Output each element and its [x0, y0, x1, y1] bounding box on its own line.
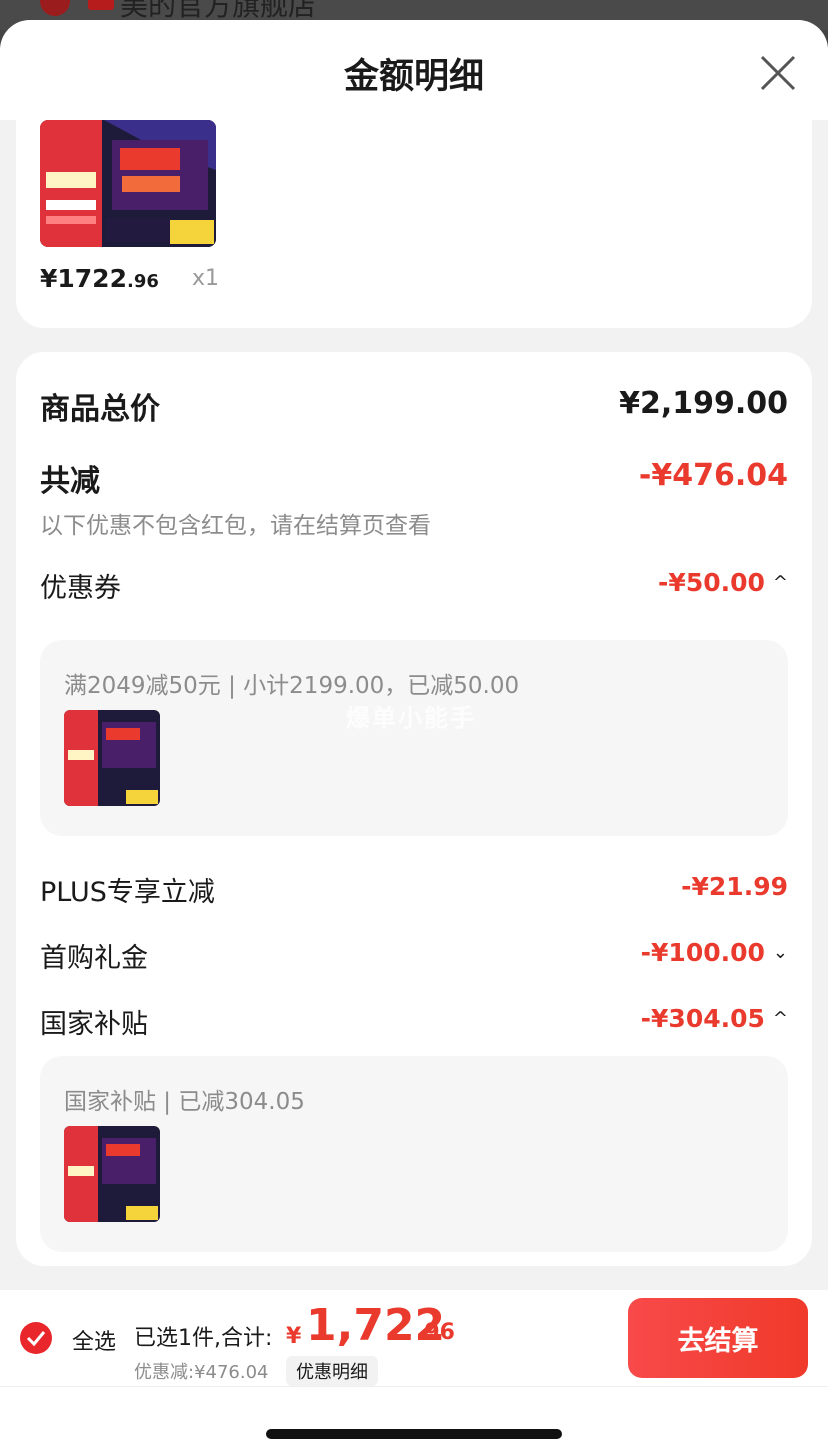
close-icon[interactable]: [758, 53, 798, 93]
coupon-value: -¥50.00: [658, 568, 765, 597]
product-price-dec: .96: [126, 271, 159, 292]
discount-label: 共减: [40, 464, 100, 499]
coupon-row-value[interactable]: -¥50.00 ^: [658, 568, 788, 597]
first-gift-row-value[interactable]: -¥100.00 ⌄: [641, 938, 788, 967]
subsidy-value: -¥304.05: [640, 1004, 765, 1033]
first-gift-label[interactable]: 首购礼金: [40, 936, 148, 975]
home-indicator[interactable]: [266, 1429, 562, 1439]
total-price-value: ¥2,199.00: [619, 386, 788, 421]
home-indicator-area: [0, 1386, 828, 1454]
amount-breakdown-card: 商品总价 ¥2,199.00 共减 -¥476.04 以下优惠不包含红包，请在结…: [16, 352, 812, 1266]
first-gift-value: -¥100.00: [640, 938, 765, 967]
product-price-int: ¥1722: [40, 264, 127, 293]
chevron-down-icon: ⌄: [772, 942, 788, 963]
product-quantity: x1: [192, 266, 220, 291]
discount-note: 以下优惠不包含红包，请在结算页查看: [40, 513, 431, 539]
coupon-product-thumbnail: [64, 710, 160, 806]
coupon-label[interactable]: 优惠券: [40, 566, 121, 605]
saving-text: 优惠减:¥476.04: [134, 1362, 269, 1383]
discount-value: -¥476.04: [638, 458, 788, 493]
total-currency: ¥: [286, 1324, 302, 1349]
coupon-detail-text: 满2049减50元 | 小计2199.00，已减50.00: [64, 673, 520, 699]
selected-total-label: 已选1件,合计:: [134, 1326, 273, 1351]
coupon-detail-box: 满2049减50元 | 小计2199.00，已减50.00 爆单小能手: [40, 640, 788, 836]
sheet-title: 金额明细: [343, 57, 484, 97]
chevron-up-icon: ^: [772, 1008, 788, 1029]
subsidy-row-value[interactable]: -¥304.05 ^: [641, 1004, 788, 1033]
plus-discount-label: PLUS专享立减: [40, 877, 215, 908]
subsidy-detail-box: 国家补贴 | 已减304.05: [40, 1056, 788, 1252]
subsidy-product-thumbnail: [64, 1126, 160, 1222]
plus-discount-value: -¥21.99: [681, 872, 788, 901]
sheet-header: 金额明细: [0, 20, 828, 120]
checkout-button[interactable]: 去结算: [628, 1298, 808, 1378]
product-thumbnail[interactable]: [40, 120, 216, 247]
select-all-label[interactable]: 全选: [72, 1324, 116, 1356]
checkout-bar: 全选 已选1件,合计: ¥ 1,722 .96 优惠减:¥476.04 优惠明细…: [0, 1290, 828, 1386]
subsidy-detail-text: 国家补贴 | 已减304.05: [64, 1089, 305, 1115]
discount-detail-button[interactable]: 优惠明细: [286, 1356, 378, 1386]
store-badge-icon: [88, 0, 114, 10]
total-price-label: 商品总价: [40, 392, 160, 427]
store-logo-icon: [40, 0, 70, 16]
total-amount-dec: .96: [416, 1320, 455, 1345]
chevron-up-icon: ^: [772, 572, 788, 593]
amount-detail-sheet: 金额明细 ¥1722.96 x1 商品总价 ¥2,199.00 共减 -¥476…: [0, 20, 828, 1454]
product-price: ¥1722.96: [40, 264, 159, 293]
subsidy-label[interactable]: 国家补贴: [40, 1002, 148, 1041]
watermark-text: 爆单小能手: [346, 704, 476, 732]
checkbox-checked-icon[interactable]: [20, 1322, 52, 1354]
